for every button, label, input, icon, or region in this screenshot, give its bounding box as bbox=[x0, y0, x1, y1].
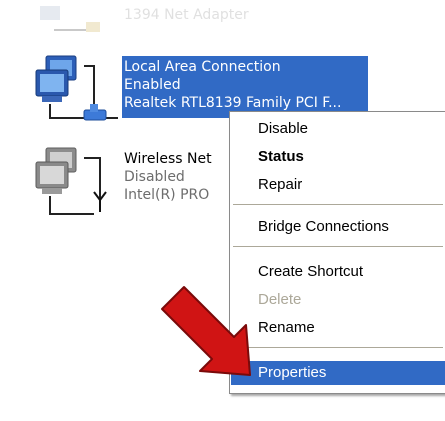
menu-item-repair[interactable]: Repair bbox=[231, 173, 445, 197]
connection-name: Wireless Net bbox=[124, 151, 212, 167]
red-arrow-icon bbox=[160, 285, 252, 381]
network-connection-icon bbox=[34, 0, 124, 44]
menu-item-rename[interactable]: Rename bbox=[231, 316, 445, 340]
menu-item-status[interactable]: Status bbox=[231, 145, 445, 169]
connection-status: Enabled bbox=[124, 77, 181, 93]
connection-device: Realtek RTL8139 Family PCI F... bbox=[124, 95, 342, 111]
menu-item-properties[interactable]: Properties bbox=[231, 361, 445, 385]
menu-item-disable[interactable]: Disable bbox=[231, 117, 445, 141]
menu-separator bbox=[233, 246, 443, 247]
wireless-connection-icon bbox=[32, 144, 122, 224]
connection-device: Intel(R) PRO bbox=[124, 187, 210, 203]
connection-name: 1394 Net Adapter bbox=[124, 7, 249, 23]
menu-item-bridge-connections[interactable]: Bridge Connections bbox=[231, 215, 445, 239]
menu-separator bbox=[233, 204, 443, 205]
menu-item-create-shortcut[interactable]: Create Shortcut bbox=[231, 260, 445, 284]
menu-separator bbox=[233, 347, 443, 348]
menu-item-delete: Delete bbox=[258, 291, 302, 308]
context-menu: Disable Status Repair Bridge Connections… bbox=[229, 111, 445, 394]
connection-status: Disabled bbox=[124, 169, 185, 185]
connection-name: Local Area Connection bbox=[124, 59, 281, 75]
network-connection-icon bbox=[32, 52, 122, 130]
